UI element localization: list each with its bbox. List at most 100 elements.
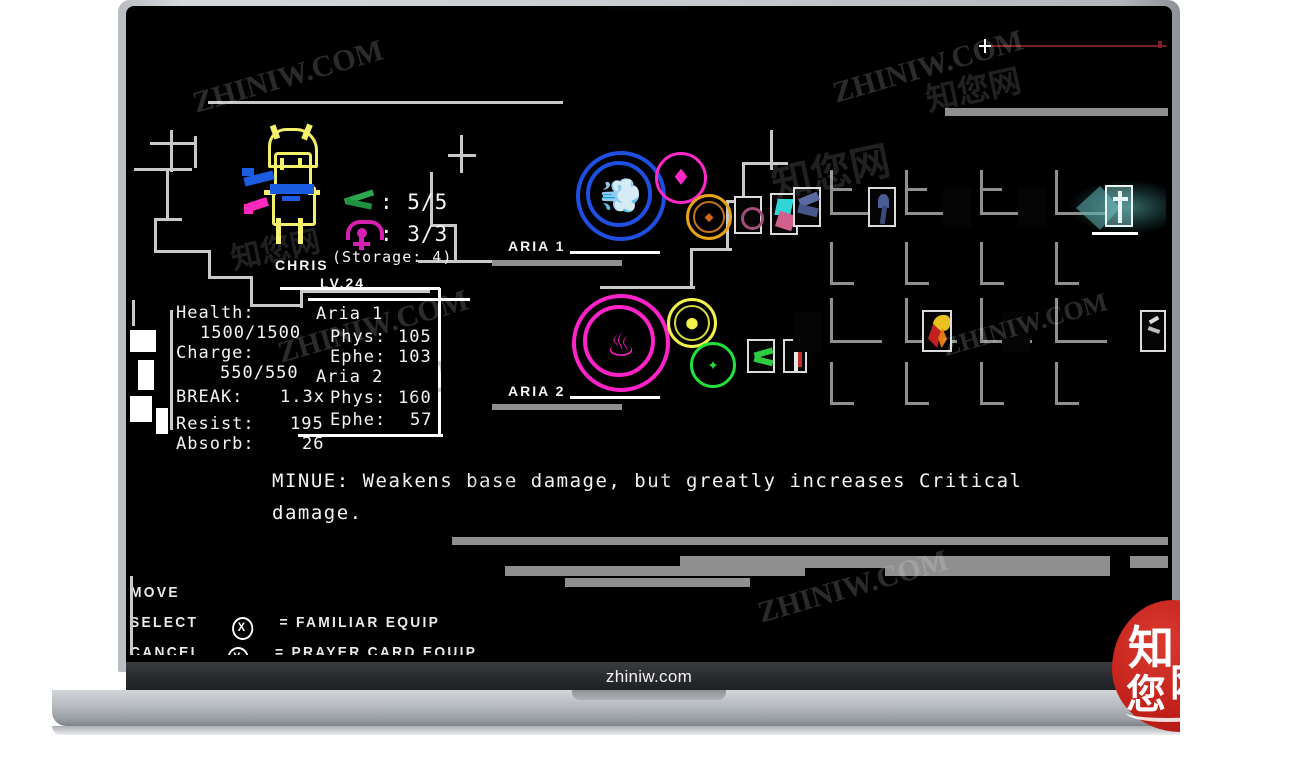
screenshot-root: : 5/5 : 3/3 (Storage: 4) CHRIS LV.24 Hea…: [0, 0, 1298, 779]
sprite-sash-tip: [242, 168, 254, 176]
sprite-leg-left: [276, 218, 281, 244]
hint-select: SELECT X = FAMILIAR EQUIP: [130, 614, 440, 640]
grid-wire-u4: [905, 402, 929, 405]
x-button-icon: X: [231, 617, 254, 640]
y-button-icon: Y: [227, 647, 249, 655]
laptop-screen: : 5/5 : 3/3 (Storage: 4) CHRIS LV.24 Hea…: [130, 10, 1168, 655]
grid-wire-u2: [830, 402, 854, 405]
hud-wire-rc5: [454, 224, 457, 262]
stat-frame-right: [438, 288, 441, 436]
hud-wire-rc2: [448, 154, 476, 157]
inventory-card-7[interactable]: [1002, 312, 1030, 352]
aria1-card-slot-1[interactable]: [734, 196, 764, 234]
hint-cancel-label: CANCEL: [130, 644, 202, 655]
aria1-secondary-rune-glyph: ♦: [672, 162, 690, 194]
aria2-ephe-label: Ephe:: [330, 410, 387, 430]
grid-wire-u3: [905, 362, 908, 404]
hud-wire-l15: [132, 300, 135, 326]
grid-wire-u1: [830, 362, 833, 404]
aria1-primary-rune-glyph: 💨: [599, 176, 643, 216]
stat-value-health: 1500/1500: [200, 323, 302, 343]
stat-label-charge: Charge:: [176, 343, 255, 363]
hud-wire-l8: [154, 250, 210, 253]
cursor-marker-tick: [979, 45, 991, 47]
hud-bar-top: [208, 101, 563, 104]
inventory-card-selected[interactable]: [1105, 185, 1133, 227]
aria2-secondary-rune[interactable]: ●: [667, 298, 717, 348]
watermark-latin-1: ZHINIW.COM: [189, 33, 388, 120]
aria2-slot-label: ARIA 2: [508, 383, 566, 399]
grid-wire-u8: [1055, 402, 1079, 405]
stat-label-health: Health:: [176, 303, 255, 323]
inventory-card-3[interactable]: [943, 187, 971, 227]
grid-wire-r3: [830, 188, 852, 191]
aria1-phys-value: 105: [398, 327, 432, 347]
hud-wire-l3: [194, 136, 197, 168]
grid-wire-s3: [905, 242, 908, 284]
sprite-eye-left: [280, 158, 284, 170]
description-line-1: MINUE: Weakens base damage, but greatly …: [272, 470, 1023, 492]
aria2-secondary-rune-glyph: ●: [686, 311, 698, 334]
hint-select-label: SELECT: [130, 614, 199, 631]
hud-wire-l17: [138, 360, 154, 390]
grid-wire-s6: [980, 282, 1004, 285]
character-name: CHRIS: [275, 257, 329, 273]
grid-wire-t8: [1055, 340, 1107, 343]
hint-cancel: CANCEL Y = PRAYER CARD EQUIP: [130, 644, 477, 655]
aria1-ephe-value: 103: [398, 347, 432, 367]
aria2-primary-rune[interactable]: ♨: [572, 294, 670, 392]
hud-wire-l19: [156, 408, 168, 434]
hud-wire-l11: [250, 276, 253, 306]
hud-bar-lower-4: [885, 566, 1110, 576]
stat-value-resist: 195: [290, 414, 324, 434]
hud-wire-l1: [170, 130, 173, 172]
aria1-primary-rune[interactable]: 💨: [576, 151, 666, 241]
grid-wire-t7: [1055, 298, 1058, 342]
watermark-latin-7: ZHINIW.COM: [351, 487, 523, 562]
inventory-card-5[interactable]: [793, 312, 821, 352]
grid-wire-r7: [980, 170, 983, 214]
inventory-card-8[interactable]: [1140, 310, 1166, 352]
inventory-card-1[interactable]: [793, 187, 821, 227]
grid-wire-r10: [1055, 170, 1058, 214]
hud-wire-l5: [166, 168, 169, 220]
top-cursor-line: [986, 45, 1166, 47]
grid-wire-t2: [830, 340, 882, 343]
sprite-leg-right: [298, 218, 303, 244]
inventory-card-4[interactable]: [1018, 187, 1046, 227]
grid-wire-s7: [1055, 242, 1058, 284]
hint-move: MOVE: [130, 584, 180, 601]
hud-wire-l18: [130, 396, 152, 422]
hud-wire-mid2: [742, 162, 788, 165]
hud-wire-l16: [130, 330, 156, 352]
aria2-card-slot-1[interactable]: [747, 339, 775, 373]
hud-wire-l6: [154, 218, 182, 221]
page-right-edge: [1180, 0, 1298, 779]
selection-underline: [1092, 232, 1138, 235]
hud-bar-lower-6: [1130, 556, 1168, 568]
game-viewport: : 5/5 : 3/3 (Storage: 4) CHRIS LV.24 Hea…: [130, 10, 1168, 655]
sprite-sash: [270, 184, 314, 194]
stat-frame-left: [170, 310, 173, 430]
laptop-base-notch: [572, 690, 726, 700]
inventory-card-6[interactable]: [922, 310, 952, 352]
aria2-label-underline: [570, 396, 660, 399]
grid-wire-u7: [1055, 362, 1058, 404]
aria2-phys-label: Phys:: [330, 388, 387, 408]
stat-value-absorb: 26: [302, 434, 325, 454]
aria2-primary-rune-glyph: ♨: [608, 320, 634, 366]
hud-wire-l4: [134, 168, 192, 171]
hud-wire-mid6: [690, 248, 732, 251]
hint-select-assign: = FAMILIAR EQUIP: [279, 614, 441, 631]
hud-wire-l7: [154, 218, 157, 252]
aria1-tertiary-rune[interactable]: ◆: [686, 194, 732, 240]
grid-wire-t3: [905, 298, 908, 342]
hud-bar-top-right: [945, 108, 1168, 116]
aria2-tertiary-rune[interactable]: ✦: [690, 342, 736, 388]
grid-wire-t1: [830, 298, 833, 342]
familiar-icon: [343, 189, 380, 210]
aria2-ephe-value: 57: [410, 410, 433, 430]
inventory-card-2[interactable]: [868, 187, 896, 227]
hud-wire-l12: [250, 304, 302, 307]
screen-bottom-bezel: zhiniw.com: [126, 662, 1172, 692]
